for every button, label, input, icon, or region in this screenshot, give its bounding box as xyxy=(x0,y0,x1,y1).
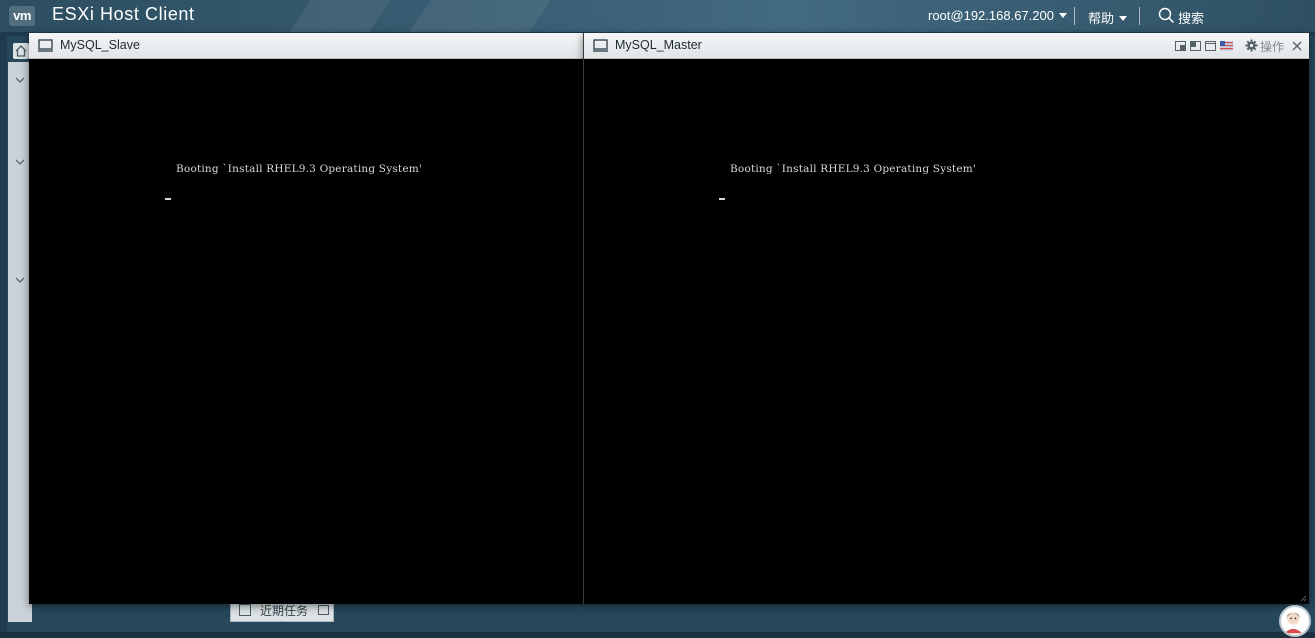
virtual-machine-icon xyxy=(38,39,53,52)
flag-icon[interactable] xyxy=(1220,41,1233,51)
close-icon[interactable] xyxy=(1292,41,1302,51)
maximize-icon[interactable] xyxy=(1205,41,1216,51)
actions-menu[interactable]: 操作 xyxy=(1260,38,1284,55)
header-divider xyxy=(1074,7,1075,25)
console-title: MySQL_Master xyxy=(615,38,702,52)
chevron-down-icon[interactable] xyxy=(14,156,26,168)
virtual-machine-icon xyxy=(593,39,608,52)
window-icon[interactable] xyxy=(1190,41,1201,51)
app-title: ESXi Host Client xyxy=(52,4,195,24)
vmware-logo: vm xyxy=(9,6,35,26)
header-divider xyxy=(1139,7,1140,25)
restore-icon[interactable] xyxy=(318,605,329,615)
home-icon[interactable] xyxy=(13,43,29,59)
checkbox-icon xyxy=(239,604,251,616)
resize-handle-icon[interactable] xyxy=(1299,594,1307,602)
console-window-master[interactable]: MySQL_Master 操作 Booting `Install RHEL9.3… xyxy=(583,33,1309,604)
chevron-down-icon xyxy=(1058,13,1067,18)
chevron-down-icon xyxy=(1119,16,1128,21)
chevron-down-icon[interactable] xyxy=(14,274,26,286)
header-decoration xyxy=(288,0,392,32)
console-title: MySQL_Slave xyxy=(60,38,140,52)
header-decoration xyxy=(408,0,552,32)
assistant-avatar[interactable] xyxy=(1279,605,1311,637)
console-titlebar[interactable]: MySQL_Slave xyxy=(29,33,583,59)
search-icon[interactable] xyxy=(1158,7,1175,24)
gear-icon[interactable] xyxy=(1245,39,1258,52)
app-header: vm ESXi Host Client root@192.168.67.200 … xyxy=(0,0,1315,32)
help-menu[interactable]: 帮助 xyxy=(1088,8,1128,27)
status-bar xyxy=(0,632,1315,638)
text-cursor xyxy=(719,198,725,200)
boot-message: Booting `Install RHEL9.3 Operating Syste… xyxy=(176,163,422,175)
recent-tasks-label: 近期任务 xyxy=(260,604,309,618)
boot-message: Booting `Install RHEL9.3 Operating Syste… xyxy=(730,163,976,175)
user-menu[interactable]: root@192.168.67.200 xyxy=(928,8,1067,23)
console-screen[interactable]: Booting `Install RHEL9.3 Operating Syste… xyxy=(29,59,583,604)
console-window-slave[interactable]: MySQL_Slave Booting `Install RHEL9.3 Ope… xyxy=(29,33,583,604)
avatar-icon xyxy=(1284,612,1302,634)
help-menu-label: 帮助 xyxy=(1088,11,1115,26)
search-button[interactable]: 搜索 xyxy=(1178,8,1204,27)
console-screen[interactable]: Booting `Install RHEL9.3 Operating Syste… xyxy=(584,59,1309,604)
text-cursor xyxy=(165,198,171,200)
user-menu-label: root@192.168.67.200 xyxy=(928,8,1054,23)
chevron-down-icon[interactable] xyxy=(14,74,26,86)
restore-icon[interactable] xyxy=(1175,41,1186,51)
console-titlebar[interactable]: MySQL_Master 操作 xyxy=(584,33,1309,59)
